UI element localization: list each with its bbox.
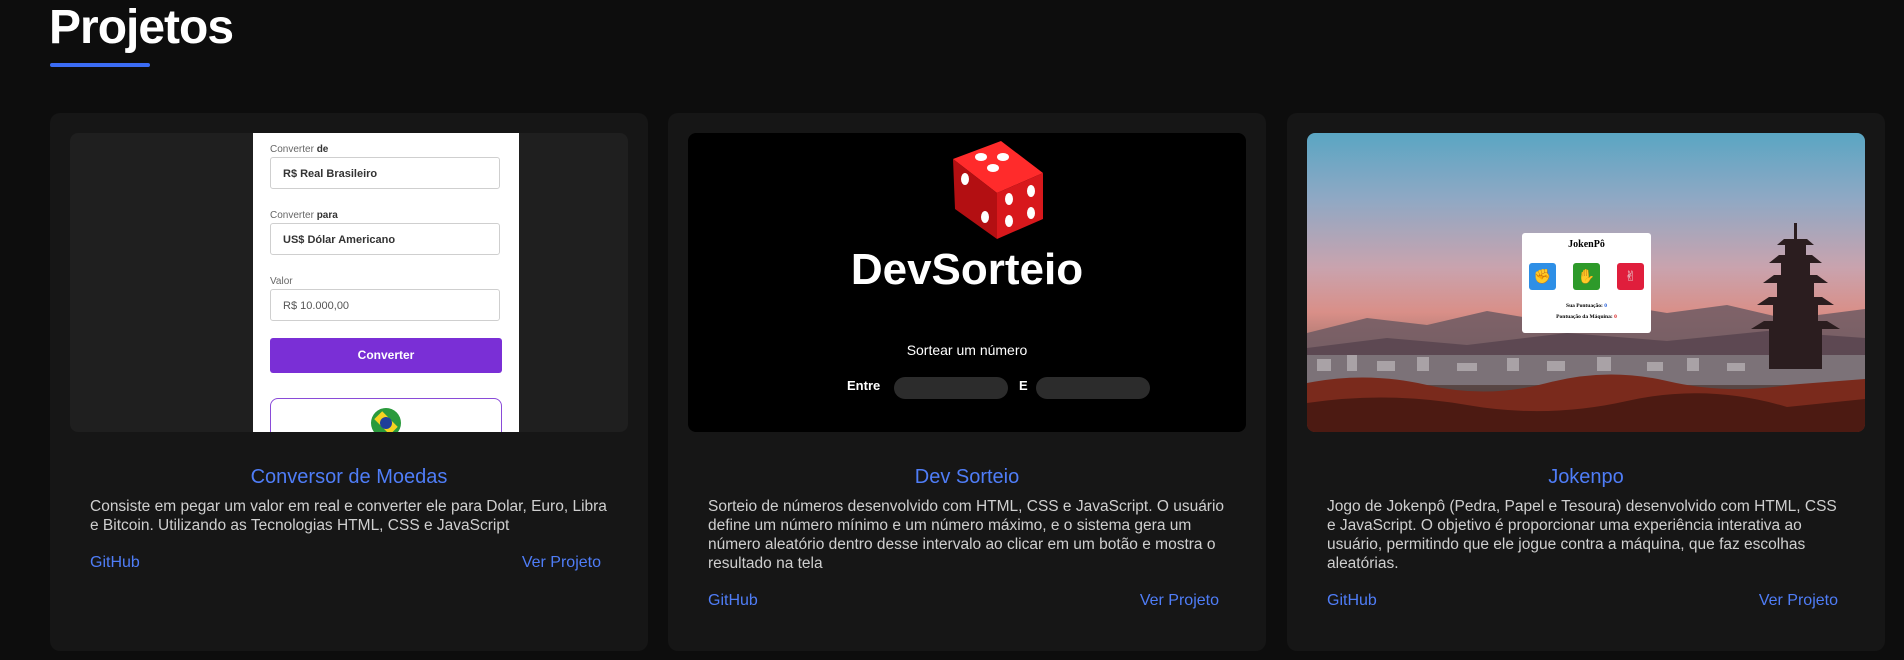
to-label: Converter para — [270, 210, 338, 221]
amount-label: Valor — [270, 276, 293, 287]
view-project-link[interactable]: Ver Projeto — [1140, 591, 1219, 611]
project-title: Conversor de Moedas — [250, 466, 448, 488]
min-input — [894, 377, 1008, 399]
paper-hand-icon: ✋ — [1573, 263, 1600, 290]
game-title: JokenPô — [1568, 239, 1605, 250]
project-card-devsorteio: DevSorteio Sortear um número Entre E Dev… — [668, 113, 1266, 651]
section-title: Projetos — [49, 1, 234, 54]
github-link[interactable]: GitHub — [90, 553, 140, 573]
project-description: Sorteio de números desenvolvido com HTML… — [708, 498, 1225, 572]
between-label: Entre — [847, 378, 881, 393]
project-title: Dev Sorteio — [914, 466, 1020, 488]
github-link[interactable]: GitHub — [1327, 591, 1377, 611]
brazil-flag-icon — [371, 408, 401, 432]
amount-field: R$ 10.000,00 — [270, 289, 500, 321]
max-input — [1036, 377, 1150, 399]
title-underline — [50, 63, 150, 67]
project-description: Jogo de Jokenpô (Pedra, Papel e Tesoura)… — [1327, 498, 1837, 572]
devsorteio-brand: DevSorteio — [850, 245, 1084, 294]
machine-score: Pontuação da Máquina: 0 — [1556, 314, 1617, 320]
project-card-conversor: Converter de R$ Real Brasileiro Converte… — [50, 113, 648, 651]
project-preview-image: Converter de R$ Real Brasileiro Converte… — [70, 133, 628, 432]
scissors-hand-icon: ✌ — [1617, 263, 1644, 290]
from-currency-field: R$ Real Brasileiro — [270, 157, 500, 189]
project-card-jokenpo: JokenPô ✊ ✋ ✌ Sua Pontuação: 0 Pontuação… — [1287, 113, 1885, 651]
jokenpo-game-window: JokenPô ✊ ✋ ✌ Sua Pontuação: 0 Pontuação… — [1522, 233, 1651, 333]
your-score: Sua Pontuação: 0 — [1566, 303, 1607, 309]
github-link[interactable]: GitHub — [708, 591, 758, 611]
from-label: Converter de — [270, 144, 329, 155]
project-preview-image: DevSorteio Sortear um número Entre E — [688, 133, 1246, 432]
project-description: Consiste em pegar um valor em real e con… — [90, 498, 607, 534]
view-project-link[interactable]: Ver Projeto — [1759, 591, 1838, 611]
project-title: Jokenpo — [1548, 466, 1624, 488]
and-label: E — [1019, 378, 1028, 393]
convert-button: Converter — [270, 338, 502, 373]
converter-app-screenshot: Converter de R$ Real Brasileiro Converte… — [253, 133, 519, 432]
project-preview-image: JokenPô ✊ ✋ ✌ Sua Pontuação: 0 Pontuação… — [1307, 133, 1865, 432]
view-project-link[interactable]: Ver Projeto — [522, 553, 601, 573]
rock-fist-icon: ✊ — [1529, 263, 1556, 290]
to-currency-field: US$ Dólar Americano — [270, 223, 500, 255]
dice-icon — [953, 141, 1043, 239]
draw-subtitle: Sortear um número — [906, 342, 1028, 358]
